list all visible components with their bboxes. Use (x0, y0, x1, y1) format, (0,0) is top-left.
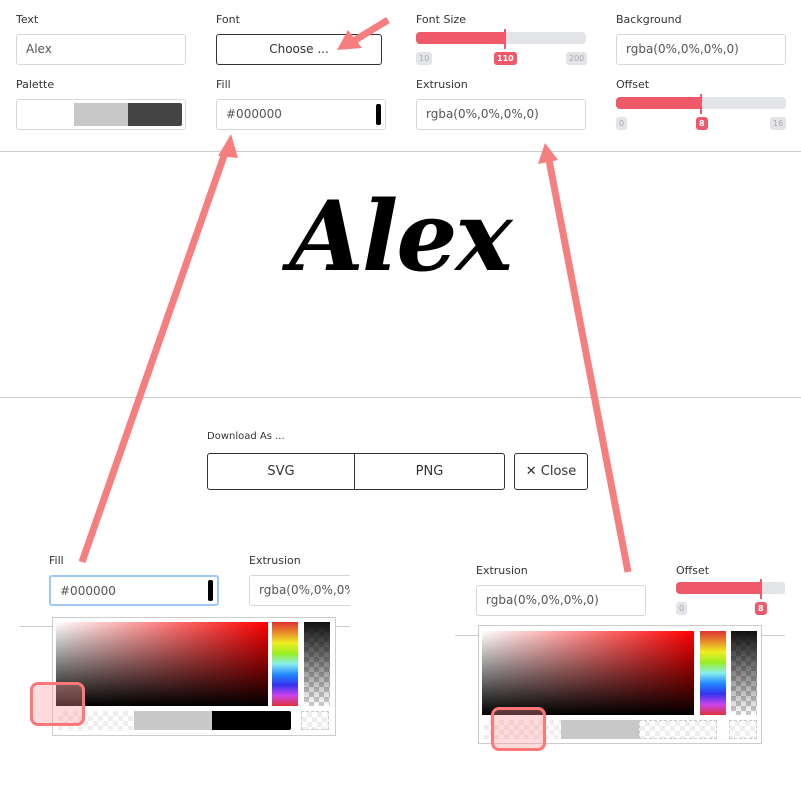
arrow-head-icon (538, 143, 558, 164)
annotation-arrows (78, 17, 632, 573)
arrow-to-fill-input (78, 148, 230, 564)
arrow-to-font-button (350, 17, 390, 45)
arrow-head-icon (218, 134, 238, 158)
arrow-to-extrusion-input (545, 159, 632, 573)
